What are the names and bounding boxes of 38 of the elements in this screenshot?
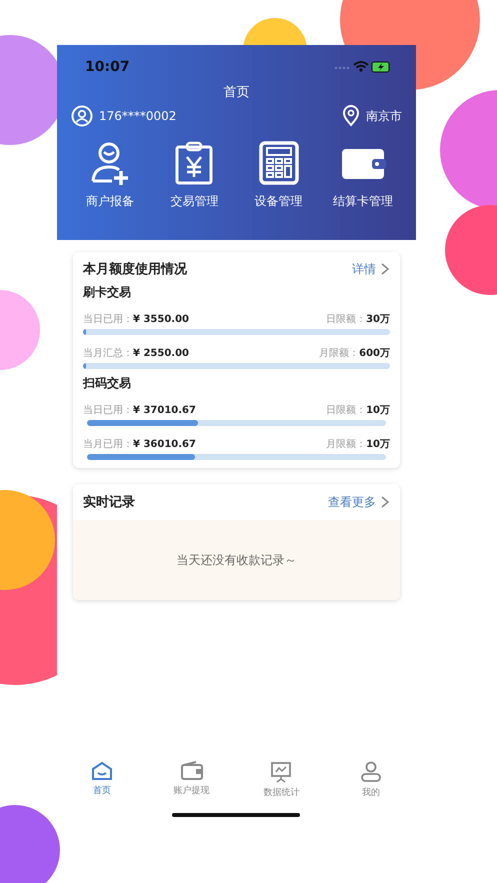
profile-icon: [360, 761, 382, 783]
section-title: 刷卡交易: [83, 284, 132, 301]
card-title: 实时记录: [83, 494, 135, 511]
card-title: 本月额度使用情况: [83, 260, 187, 278]
wallet-icon: [180, 761, 204, 781]
tab-item[interactable]: 账户提现: [162, 761, 222, 799]
limit-amount: 日限额：10万: [326, 404, 390, 417]
tab-item[interactable]: 数据统计: [251, 761, 312, 799]
limit-amount: 月限额：600万: [319, 346, 390, 360]
account-number: 176****0002: [99, 109, 176, 123]
city-label: 南京市: [366, 108, 402, 124]
page-title: 首页: [222, 84, 250, 101]
used-amount: 当日已用：¥ 37010.67: [83, 404, 196, 417]
calculator-icon: [258, 141, 299, 185]
details-link[interactable]: 详情: [352, 260, 390, 278]
yuan-clipboard-icon: [174, 141, 214, 185]
shortcut-button[interactable]: 商户报备: [71, 141, 149, 210]
chevron-icon: [380, 262, 390, 276]
tab-item[interactable]: 首页: [72, 761, 132, 799]
location-icon: [342, 105, 360, 127]
used-amount: 当日已用：¥ 3550.00: [83, 312, 189, 326]
limit-amount: 月限额：10万: [326, 438, 390, 451]
more-link[interactable]: 查看更多: [328, 494, 390, 510]
section-title: 扫码交易: [83, 375, 132, 392]
used-amount: 当月汇总：¥ 2550.00: [83, 346, 189, 360]
chevron-icon: [380, 495, 390, 509]
presentation-chart-icon: [270, 761, 292, 783]
limit-amount: 日限额：30万: [326, 312, 390, 326]
status-time: 10:07: [85, 59, 130, 75]
user-icon: [71, 105, 93, 127]
shortcut-button[interactable]: 结算卡管理: [324, 141, 402, 210]
shortcut-button[interactable]: 设备管理: [240, 141, 318, 210]
shortcut-button[interactable]: 交易管理: [155, 141, 234, 210]
empty-message: 当天还没有收款记录～: [176, 552, 296, 568]
used-amount: 当月已用：¥ 36010.67: [83, 438, 196, 451]
tab-item[interactable]: 我的: [341, 761, 402, 799]
status-icons: [334, 60, 392, 74]
home-icon: [90, 761, 113, 781]
